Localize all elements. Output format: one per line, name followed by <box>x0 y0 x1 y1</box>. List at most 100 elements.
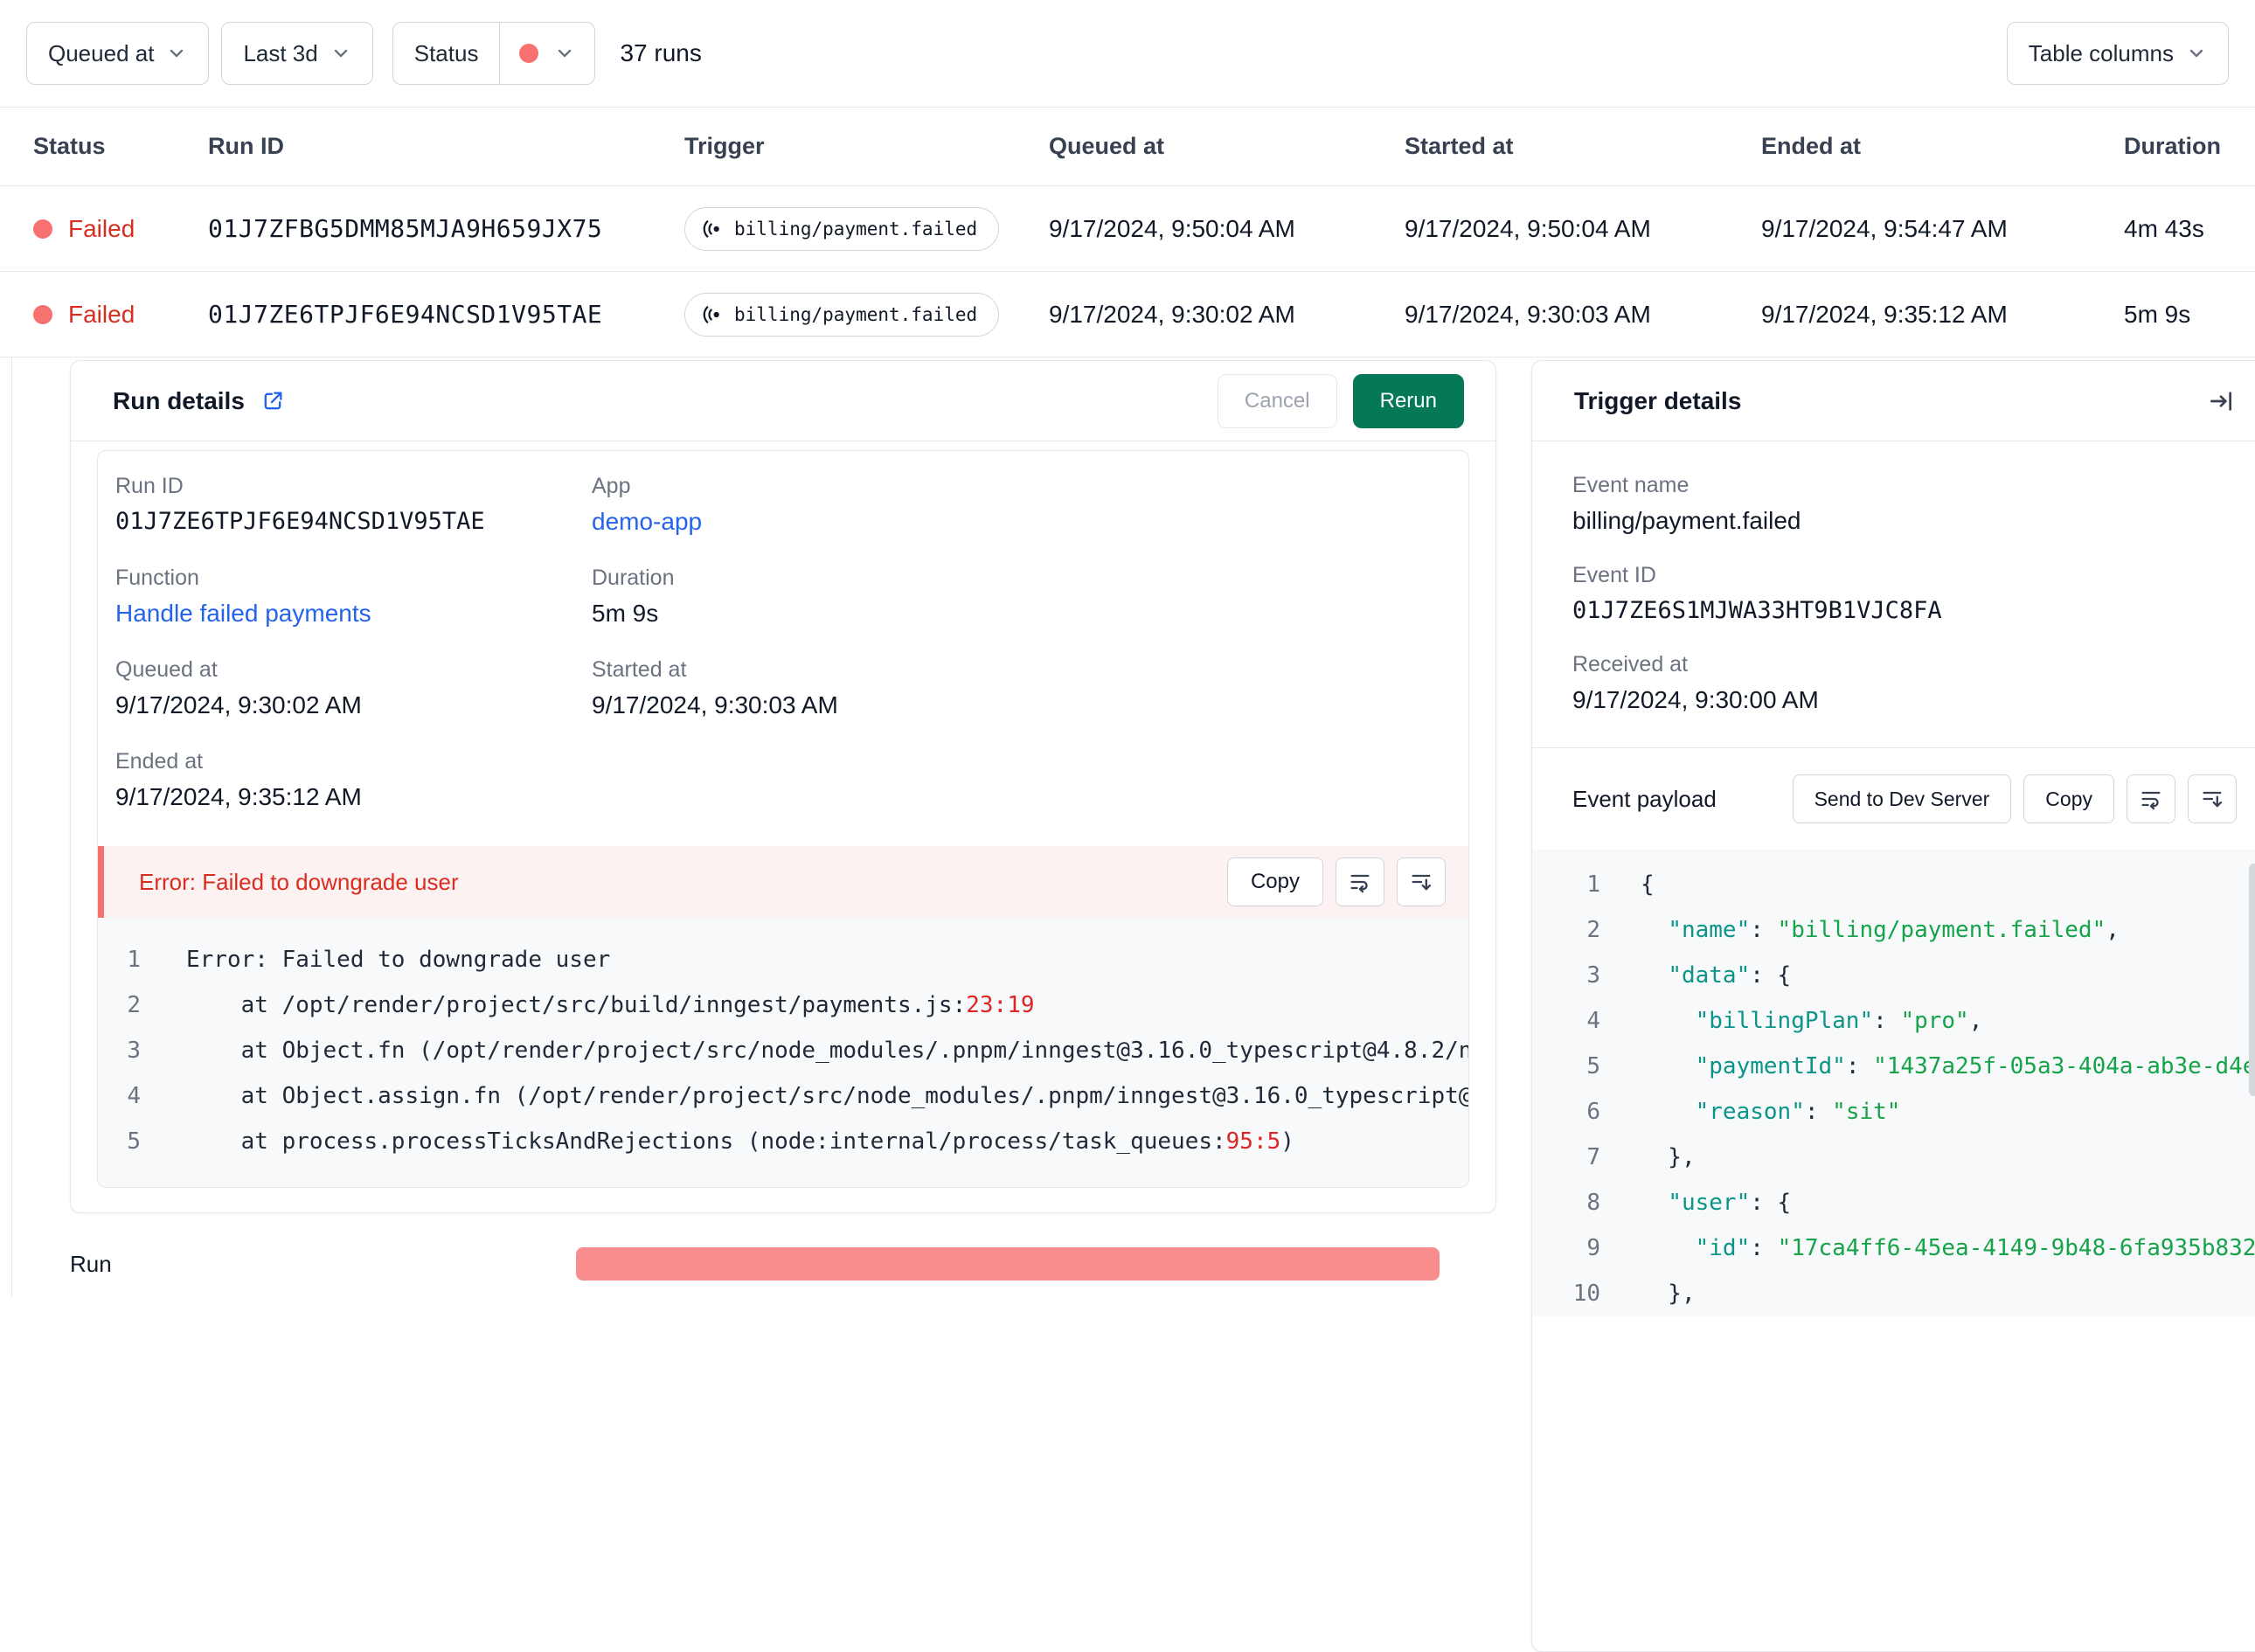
trigger-fields: Event name billing/payment.failed Event … <box>1532 441 2255 747</box>
queued-at-cell: 9/17/2024, 9:30:02 AM <box>1049 300 1295 328</box>
field-value: 01J7ZE6TPJF6E94NCSD1V95TAE <box>115 508 485 535</box>
code-line: 3 at Object.fn (/opt/render/project/src/… <box>127 1038 1468 1064</box>
timeline-run-bar[interactable] <box>576 1247 1440 1281</box>
event-payload-title: Event payload <box>1572 786 1717 812</box>
field-label: Started at <box>592 657 687 682</box>
run-info-card: Run ID 01J7ZE6TPJF6E94NCSD1V95TAE App de… <box>97 450 1469 1188</box>
run-id-cell: 01J7ZFBG5DMM85MJA9H659JX75 <box>208 214 603 243</box>
status-filter-label: Status <box>393 23 501 84</box>
field-label: Queued at <box>115 657 218 682</box>
event-pulse-icon <box>703 219 719 238</box>
run-detail-area: Run details Cancel Rerun Run ID 01J7ZE6T… <box>11 357 2255 1652</box>
run-details-body: Run ID 01J7ZE6TPJF6E94NCSD1V95TAE App de… <box>71 441 1495 1212</box>
code-line: 9 "id": "17ca4ff6-45ea-4149-9b48-6fa935b… <box>1586 1235 2255 1261</box>
filter-toolbar: Queued at Last 3d Status 37 runs Table c… <box>0 0 2255 108</box>
run-details-title: Run details <box>113 386 245 414</box>
started-at-cell: 9/17/2024, 9:50:04 AM <box>1405 214 1651 242</box>
field-duration: Duration 5m 9s <box>592 566 1451 628</box>
field-label: Event ID <box>1572 563 1656 587</box>
trigger-details-panel: Trigger details Event name billing/payme… <box>1531 360 2255 1652</box>
field-value: billing/payment.failed <box>1572 507 1801 534</box>
time-range-filter-button[interactable]: Last 3d <box>221 22 373 85</box>
runs-page: { "colors": { "status_dot": "#f87171", "… <box>0 0 2255 1652</box>
field-received-at: Received at 9/17/2024, 9:30:00 AM <box>1572 652 2226 714</box>
field-label: Ended at <box>115 749 204 774</box>
arrow-down-to-line-icon <box>2203 791 2223 808</box>
rerun-button[interactable]: Rerun <box>1352 373 1464 428</box>
scrollbar-thumb[interactable] <box>2249 864 2255 1096</box>
status-text: Failed <box>68 300 135 328</box>
duration-cell: 5m 9s <box>2124 300 2191 328</box>
app-link[interactable]: demo-app <box>592 508 1451 536</box>
stack-trace: 1 Error: Failed to downgrade user 2 at /op… <box>98 918 1468 1187</box>
event-payload-code-area: 1{2 "name": "billing/payment.failed", 3 "… <box>1532 850 2255 1316</box>
status-cell: Failed <box>33 301 208 329</box>
external-link-icon[interactable] <box>260 389 285 413</box>
field-label: Run ID <box>115 474 184 498</box>
column-header-trigger: Trigger <box>684 133 765 159</box>
status-cell: Failed <box>33 215 208 243</box>
chevron-down-icon <box>2189 49 2203 58</box>
copy-payload-button[interactable]: Copy <box>2023 774 2114 823</box>
field-value: 9/17/2024, 9:35:12 AM <box>115 783 362 810</box>
queued-at-cell: 9/17/2024, 9:50:04 AM <box>1049 214 1295 242</box>
wrap-text-button[interactable] <box>1336 857 1384 906</box>
trigger-cell: billing/payment.failed <box>684 206 1049 251</box>
chevron-down-icon <box>334 49 347 58</box>
error-actions: Copy <box>1226 857 1446 906</box>
field-app: App demo-app <box>592 474 1451 536</box>
code-line: 4 at Object.assign.fn (/opt/render/proje… <box>127 1083 1468 1109</box>
trigger-pill[interactable]: billing/payment.failed <box>684 292 1000 337</box>
scroll-to-bottom-button[interactable] <box>2188 774 2237 823</box>
table-row[interactable]: Failed 01J7ZE6TPJF6E94NCSD1V95TAE billin… <box>0 272 2255 357</box>
column-header-ended-at: Ended at <box>1761 133 1862 159</box>
collapse-panel-button[interactable] <box>2207 387 2235 415</box>
failed-status-dot-icon <box>33 219 52 239</box>
cancel-button[interactable]: Cancel <box>1217 373 1337 428</box>
send-to-dev-server-button[interactable]: Send to Dev Server <box>1792 774 2012 823</box>
column-header-queued-at: Queued at <box>1049 133 1165 159</box>
ended-at-cell: 9/17/2024, 9:35:12 AM <box>1761 300 2008 328</box>
status-filter-button[interactable]: Status <box>392 22 596 85</box>
chevron-down-icon <box>170 49 184 58</box>
event-payload-section: Event payload Send to Dev Server Copy 1{… <box>1532 747 2255 1316</box>
field-started-at: Started at 9/17/2024, 9:30:03 AM <box>592 657 1451 719</box>
trigger-name: billing/payment.failed <box>734 218 978 239</box>
wrap-text-icon <box>2141 791 2161 810</box>
field-event-name: Event name billing/payment.failed <box>1572 473 2226 535</box>
code-line: 5 at process.processTicksAndRejections (… <box>127 1128 1294 1155</box>
code-line: 2 "name": "billing/payment.failed", <box>1586 917 2120 943</box>
column-header-duration: Duration <box>2124 133 2221 159</box>
field-event-id: Event ID 01J7ZE6S1MJWA33HT9B1VJC8FA <box>1572 563 2226 624</box>
wrap-text-icon <box>1350 874 1370 893</box>
table-row[interactable]: Failed 01J7ZFBG5DMM85MJA9H659JX75 billin… <box>0 186 2255 272</box>
field-function: Function Handle failed payments <box>115 566 592 628</box>
trigger-details-title: Trigger details <box>1574 386 1742 414</box>
table-columns-button[interactable]: Table columns <box>2006 22 2229 85</box>
event-pulse-icon <box>703 305 719 323</box>
field-label: App <box>592 474 631 498</box>
chevron-down-icon <box>559 49 572 58</box>
column-header-run-id: Run ID <box>208 133 284 159</box>
status-dot-icon <box>519 44 539 63</box>
field-label: Event name <box>1572 473 1690 497</box>
code-line: 8 "user": { <box>1586 1190 1792 1216</box>
error-title: Error: Failed to downgrade user <box>139 868 459 895</box>
code-line: 6 "reason": "sit" <box>1586 1099 1901 1125</box>
queued-at-filter-button[interactable]: Queued at <box>26 22 210 85</box>
status-text: Failed <box>68 214 135 242</box>
code-line: 3 "data": { <box>1586 962 1792 989</box>
copy-error-button[interactable]: Copy <box>1226 857 1323 906</box>
field-queued-at: Queued at 9/17/2024, 9:30:02 AM <box>115 657 592 719</box>
event-payload-header: Event payload Send to Dev Server Copy <box>1532 748 2255 850</box>
trigger-pill[interactable]: billing/payment.failed <box>684 206 1000 251</box>
scroll-to-bottom-button[interactable] <box>1397 857 1446 906</box>
code-line: 7 }, <box>1586 1144 1696 1170</box>
trigger-name: billing/payment.failed <box>734 303 978 325</box>
code-line: 1 Error: Failed to downgrade user <box>127 947 611 973</box>
run-info-fields: Run ID 01J7ZE6TPJF6E94NCSD1V95TAE App de… <box>98 451 1468 846</box>
wrap-text-button[interactable] <box>2127 774 2175 823</box>
started-at-cell: 9/17/2024, 9:30:03 AM <box>1405 300 1651 328</box>
arrow-down-to-line-icon <box>1412 874 1432 891</box>
function-link[interactable]: Handle failed payments <box>115 600 592 628</box>
